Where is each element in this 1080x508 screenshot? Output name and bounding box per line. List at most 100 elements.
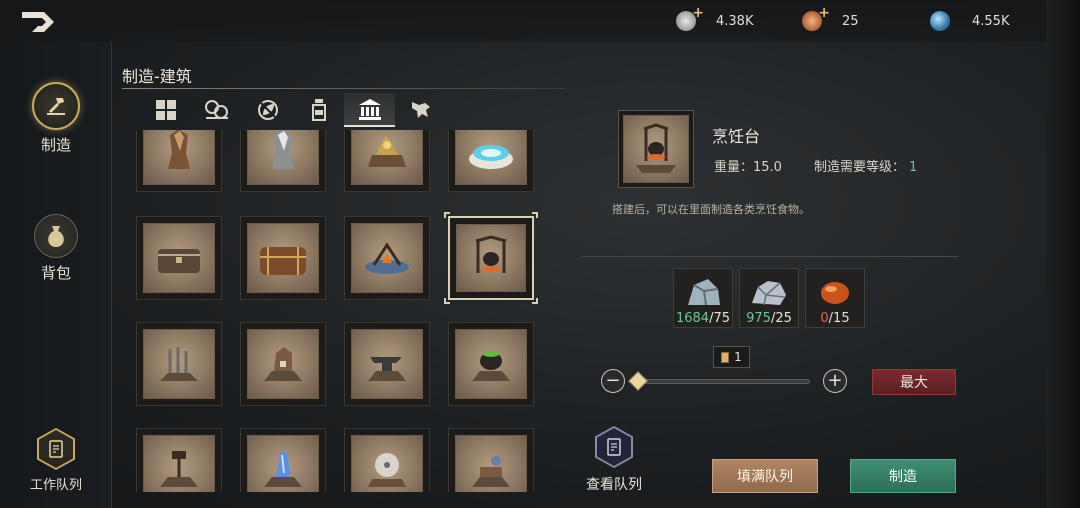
tab-creatures[interactable] <box>395 93 446 127</box>
currency-value: 4.38K <box>716 13 754 29</box>
item-grid <box>126 130 548 492</box>
selection-corner <box>532 298 538 304</box>
jar-icon <box>311 99 326 121</box>
material-count-amber: 0/15 <box>820 311 850 326</box>
currency-value: 25 <box>842 13 859 29</box>
currency-crystal: 4.55K <box>930 10 1009 32</box>
back-button[interactable] <box>18 8 58 36</box>
plus-icon: + <box>827 370 843 391</box>
currency-copper[interactable]: + 25 <box>802 5 859 32</box>
grid-item[interactable] <box>240 322 326 406</box>
anvil-icon <box>351 329 423 399</box>
item-weight: 重量：15.0 <box>714 160 782 175</box>
tab-buildings[interactable] <box>344 93 395 127</box>
grindstone-icon <box>351 435 423 492</box>
stone-ore-icon <box>688 279 720 306</box>
required-level-label: 制造需要等级： <box>814 160 906 175</box>
grid-item[interactable] <box>136 428 222 492</box>
grid-item[interactable] <box>448 428 534 492</box>
sidebar-item-label: 工作队列 <box>29 478 82 493</box>
required-level: 制造需要等级： 1 <box>814 156 917 175</box>
building-icon <box>358 99 381 120</box>
queue-slot-icon <box>721 351 730 363</box>
tab-nature[interactable] <box>242 93 293 127</box>
selection-corner <box>444 298 450 304</box>
currency-value: 4.55K <box>972 13 1010 29</box>
grid-item[interactable] <box>344 130 430 192</box>
grid-item[interactable] <box>240 428 326 492</box>
title-divider <box>122 88 567 89</box>
grid-item[interactable] <box>240 216 326 300</box>
grid-item[interactable] <box>344 322 430 406</box>
minus-icon: − <box>605 370 621 391</box>
bag-icon <box>34 214 78 258</box>
tab-materials[interactable] <box>191 93 242 127</box>
quantity-value: 1 <box>734 350 742 364</box>
quantity-slider[interactable] <box>630 379 810 384</box>
golden-shrine-icon <box>351 130 423 185</box>
crystal-orb-icon <box>930 11 950 31</box>
item-description: 搭建后，可以在里面制造各类烹饪食物。 <box>612 203 810 216</box>
grid-item[interactable] <box>344 216 430 300</box>
alchemy-table-icon <box>455 435 527 492</box>
back-arrow-icon <box>22 12 54 32</box>
grid-item[interactable] <box>444 212 538 304</box>
increase-quantity-button[interactable]: + <box>823 369 847 393</box>
glowing-altar-icon <box>455 130 527 185</box>
quantity-slider-handle[interactable] <box>628 371 648 391</box>
iron-ore-icon <box>752 281 786 306</box>
grid-all-icon <box>155 100 176 120</box>
queue-list-icon <box>595 426 633 468</box>
grid-item[interactable] <box>136 322 222 406</box>
currency-silver[interactable]: + 4.38K <box>676 5 754 32</box>
quantity-display: 1 <box>713 346 750 368</box>
grid-item[interactable] <box>240 130 326 192</box>
item-name: 烹饪台 <box>712 127 761 146</box>
statue-silver-icon <box>247 130 319 185</box>
plus-icon: + <box>818 5 830 21</box>
grid-item[interactable] <box>344 428 430 492</box>
campfire-icon <box>351 223 423 293</box>
hammer-anvil-icon <box>32 82 80 130</box>
craft-button[interactable]: 制造 <box>850 459 956 493</box>
sidebar-item-craft[interactable]: 制造 <box>0 82 112 155</box>
view-queue-button[interactable]: 查看队列 <box>582 426 646 494</box>
tab-all[interactable] <box>140 93 191 127</box>
fill-queue-button[interactable]: 填满队列 <box>712 459 818 493</box>
max-button[interactable]: 最大 <box>872 369 956 395</box>
grid-item[interactable] <box>136 130 222 192</box>
grid-item[interactable] <box>136 216 222 300</box>
copper-coin-icon: + <box>802 5 830 31</box>
selection-corner <box>444 212 450 218</box>
required-level-value: 1 <box>909 160 918 175</box>
category-tabs <box>140 93 560 127</box>
lamp-post-icon <box>143 435 215 492</box>
silver-coin-icon: + <box>676 5 704 31</box>
small-chest-icon <box>143 223 215 293</box>
view-queue-label: 查看队列 <box>586 477 642 493</box>
weapon-rack-icon <box>143 329 215 399</box>
cauldron-icon <box>455 329 527 399</box>
page-title: 制造-建筑 <box>122 67 192 86</box>
leaf-crossed-icon <box>257 100 278 120</box>
amber-gem-icon <box>821 282 849 304</box>
sidebar-item-label: 制造 <box>40 136 71 154</box>
cooking-stand-icon <box>456 224 526 292</box>
blue-crystal-icon <box>247 435 319 492</box>
sidebar-item-work-queue[interactable]: 工作队列 <box>0 428 112 493</box>
selection-corner <box>532 212 538 218</box>
grid-item[interactable] <box>448 130 534 192</box>
sidebar-item-label: 背包 <box>40 264 71 282</box>
plus-icon: + <box>692 5 704 21</box>
grid-item[interactable] <box>448 322 534 406</box>
cooking-stand-icon <box>623 115 689 183</box>
sidebar-item-bag[interactable]: 背包 <box>0 214 112 283</box>
right-edge <box>1046 0 1080 508</box>
materials-icon <box>204 100 228 119</box>
top-bar <box>0 0 1080 42</box>
tab-consumables[interactable] <box>293 93 344 127</box>
detail-divider <box>582 256 958 257</box>
queue-list-icon <box>37 428 75 470</box>
decrease-quantity-button[interactable]: − <box>601 369 625 393</box>
beast-icon <box>411 102 430 118</box>
